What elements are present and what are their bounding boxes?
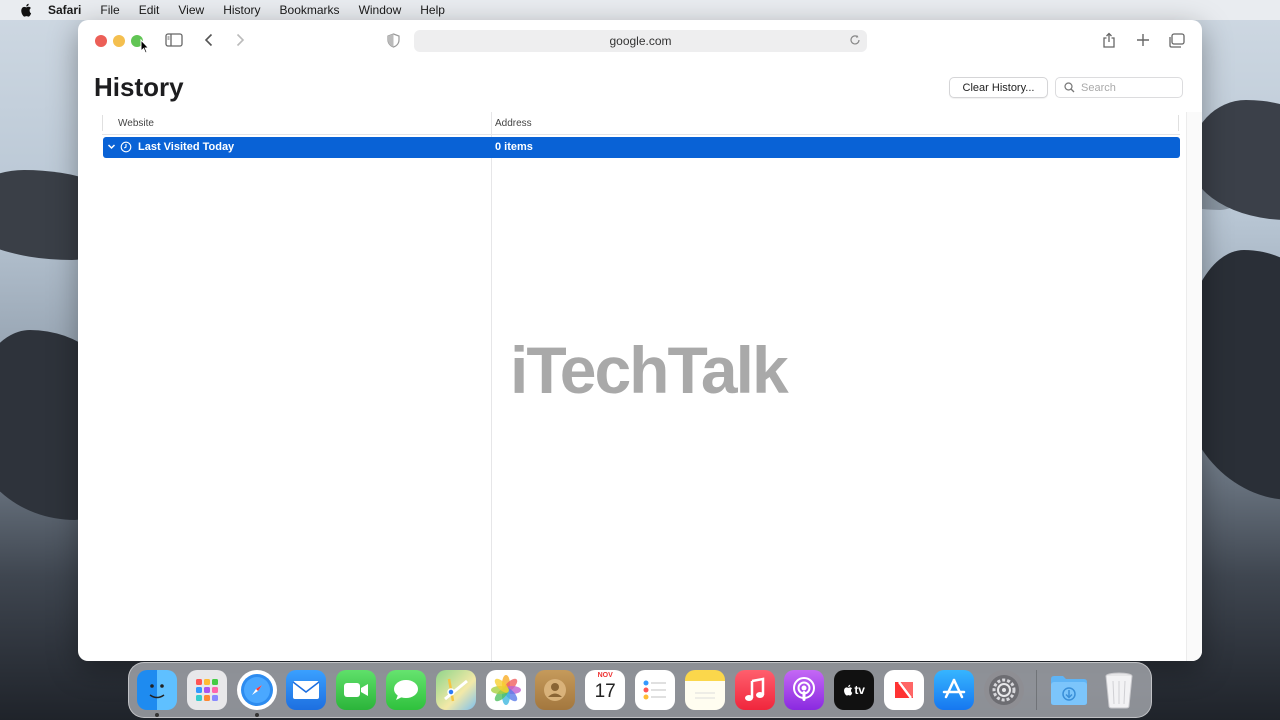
column-divider: [491, 112, 492, 661]
clock-icon: [120, 141, 132, 156]
search-field[interactable]: [1055, 77, 1183, 98]
menu-history[interactable]: History: [223, 3, 260, 17]
share-icon[interactable]: [1102, 32, 1116, 49]
downloads-folder-icon[interactable]: [1049, 670, 1089, 710]
contacts-icon[interactable]: [535, 670, 576, 710]
mail-icon[interactable]: [286, 670, 327, 710]
column-header-address[interactable]: Address: [495, 112, 532, 134]
app-store-icon[interactable]: [933, 670, 974, 710]
history-group-count: 0 items: [495, 141, 533, 153]
menu-view[interactable]: View: [178, 3, 204, 17]
sidebar-toggle-icon[interactable]: [165, 33, 183, 47]
close-button[interactable]: [95, 35, 107, 47]
toolbar: google.com: [78, 20, 1202, 62]
menu-bookmarks[interactable]: Bookmarks: [280, 3, 340, 17]
menu-file[interactable]: File: [100, 3, 119, 17]
menu-app-safari[interactable]: Safari: [48, 3, 81, 17]
minimize-button[interactable]: [113, 35, 125, 47]
music-icon[interactable]: [734, 670, 775, 710]
dock-separator: [1036, 670, 1038, 710]
running-indicator: [254, 713, 259, 717]
address-bar[interactable]: google.com: [414, 30, 867, 52]
watermark: iTechTalk: [510, 333, 789, 407]
menu-window[interactable]: Window: [359, 3, 402, 17]
history-table: Website Address Last Visited Today 0 ite…: [78, 112, 1202, 661]
tv-icon[interactable]: tv: [834, 670, 875, 710]
column-divider: [102, 115, 103, 131]
forward-button[interactable]: [235, 33, 245, 47]
back-button[interactable]: [204, 33, 214, 47]
maps-icon[interactable]: [435, 670, 476, 710]
facetime-icon[interactable]: [336, 670, 377, 710]
privacy-shield-icon[interactable]: [387, 33, 400, 48]
mouse-cursor-icon: [140, 38, 150, 59]
reload-icon[interactable]: [849, 34, 861, 49]
notes-icon[interactable]: [684, 670, 725, 710]
news-icon[interactable]: [883, 670, 924, 710]
history-group-label: Last Visited Today: [138, 141, 235, 153]
disclosure-chevron-icon[interactable]: [107, 142, 116, 154]
history-header: History Clear History...: [78, 62, 1202, 112]
history-group-row[interactable]: Last Visited Today 0 items: [103, 137, 1180, 158]
menu-bar: Safari File Edit View History Bookmarks …: [0, 0, 1280, 20]
messages-icon[interactable]: [385, 670, 426, 710]
page-title: History: [94, 72, 184, 102]
finder-icon[interactable]: [137, 670, 177, 717]
search-icon: [1064, 82, 1075, 93]
calendar-month: NOV: [597, 672, 613, 679]
column-header-website[interactable]: Website: [118, 112, 154, 134]
running-indicator: [155, 713, 159, 717]
podcasts-icon[interactable]: [784, 670, 825, 710]
header-divider: [102, 134, 1180, 135]
address-url: google.com: [609, 34, 672, 48]
system-preferences-icon[interactable]: [983, 670, 1024, 710]
calendar-day: 17: [594, 681, 616, 702]
apple-icon[interactable]: [20, 3, 34, 17]
photos-icon[interactable]: [485, 670, 526, 710]
safari-icon[interactable]: [236, 670, 277, 717]
new-tab-icon[interactable]: [1136, 33, 1150, 47]
tab-overview-icon[interactable]: [1168, 33, 1185, 48]
reminders-icon[interactable]: [634, 670, 675, 710]
menu-edit[interactable]: Edit: [139, 3, 160, 17]
trash-icon[interactable]: [1099, 670, 1139, 710]
dock: NOV 17 tv: [128, 662, 1152, 718]
column-divider: [1178, 115, 1179, 131]
menu-help[interactable]: Help: [420, 3, 445, 17]
tv-label: tv: [854, 683, 865, 697]
search-input[interactable]: [1081, 81, 1171, 94]
safari-window: google.com History Clear History... Webs…: [78, 20, 1202, 661]
clear-history-button[interactable]: Clear History...: [949, 77, 1048, 98]
calendar-icon[interactable]: NOV 17: [585, 670, 626, 710]
scrollbar[interactable]: [1186, 112, 1202, 661]
launchpad-icon[interactable]: [186, 670, 227, 710]
